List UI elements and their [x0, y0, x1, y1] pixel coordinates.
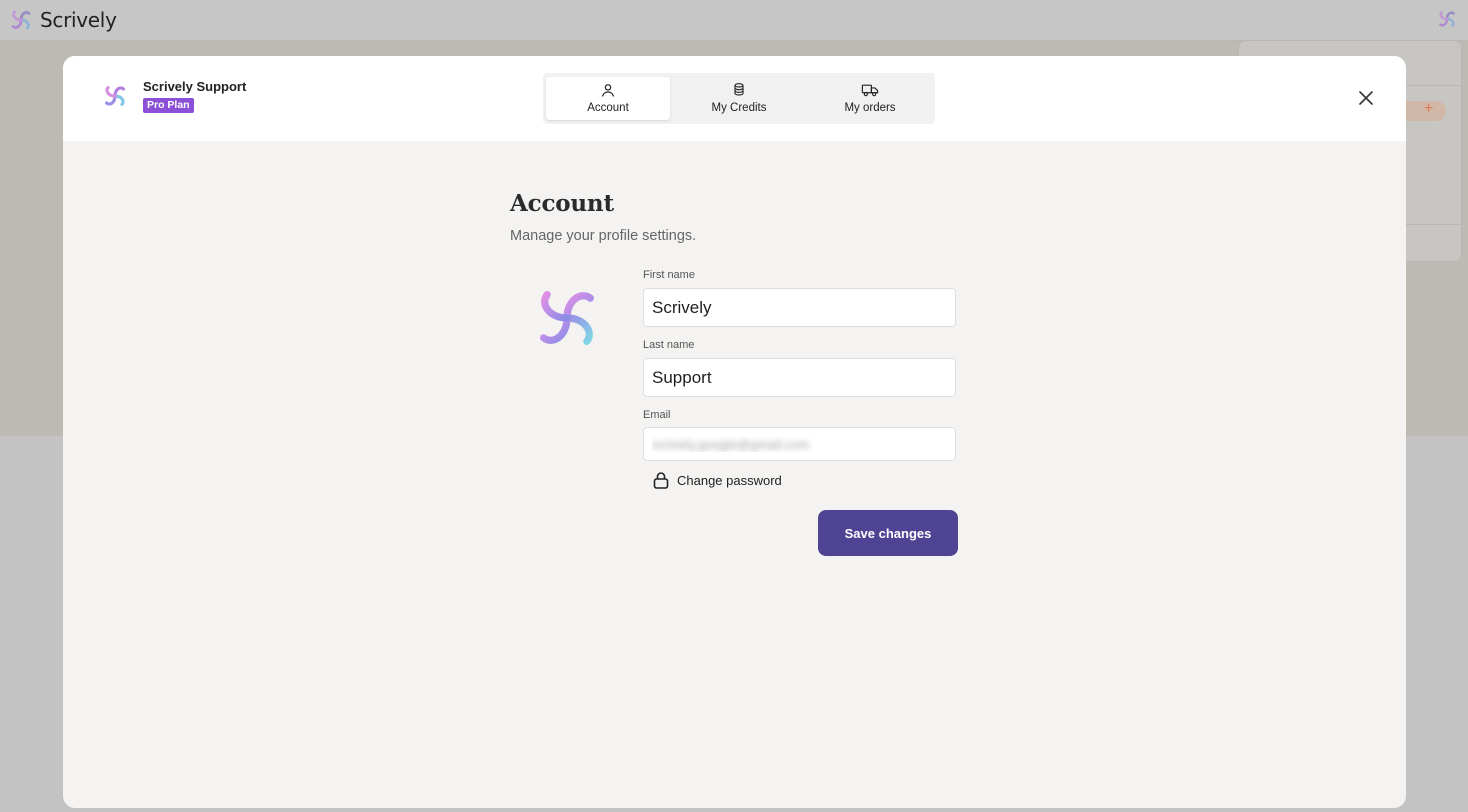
header-logo-right[interactable]: [1436, 8, 1458, 35]
page-subtitle: Manage your profile settings.: [510, 228, 697, 244]
scrively-logo-icon: [1439, 11, 1455, 27]
tab-bar: Account My Credits My orders: [543, 73, 935, 124]
user-icon: [602, 84, 614, 97]
plan-badge: Pro Plan: [143, 98, 194, 113]
email-label: Email: [643, 409, 671, 421]
truck-icon: [861, 84, 879, 97]
account-modal: Scrively Support Pro Plan Account My Cre…: [63, 56, 1406, 808]
brand[interactable]: Scrively: [8, 7, 117, 33]
tab-label: Account: [587, 102, 629, 114]
first-name-label: First name: [643, 269, 695, 281]
change-password-link[interactable]: Change password: [653, 471, 782, 489]
close-button[interactable]: [1353, 85, 1379, 111]
avatar[interactable]: [531, 282, 603, 359]
tab-my-credits[interactable]: My Credits: [677, 77, 801, 120]
page-title: Account: [510, 190, 614, 217]
change-password-label: Change password: [677, 472, 782, 488]
app-header: Scrively: [0, 0, 1468, 41]
scrively-logo-icon: [105, 86, 125, 106]
tab-my-orders[interactable]: My orders: [808, 77, 932, 120]
tab-account[interactable]: Account: [546, 77, 670, 120]
user-logo: [101, 82, 129, 115]
tab-label: My Credits: [711, 102, 767, 114]
plus-icon: +: [1424, 100, 1434, 117]
account-section: Account Manage your profile settings.: [510, 190, 970, 244]
brand-name: Scrively: [40, 8, 117, 32]
email-field[interactable]: [643, 427, 956, 461]
scrively-logo-icon: [11, 10, 31, 30]
coins-icon: [734, 83, 744, 96]
first-name-field[interactable]: [643, 288, 956, 327]
save-changes-button[interactable]: Save changes: [818, 510, 958, 556]
user-name: Scrively Support: [143, 79, 247, 94]
close-icon: [1359, 91, 1373, 105]
scrively-logo-icon: [540, 291, 594, 345]
lock-icon: [653, 472, 669, 489]
last-name-field[interactable]: [643, 358, 956, 397]
last-name-label: Last name: [643, 339, 695, 351]
tab-label: My orders: [844, 102, 896, 114]
modal-header: Scrively Support Pro Plan Account My Cre…: [63, 56, 1406, 141]
